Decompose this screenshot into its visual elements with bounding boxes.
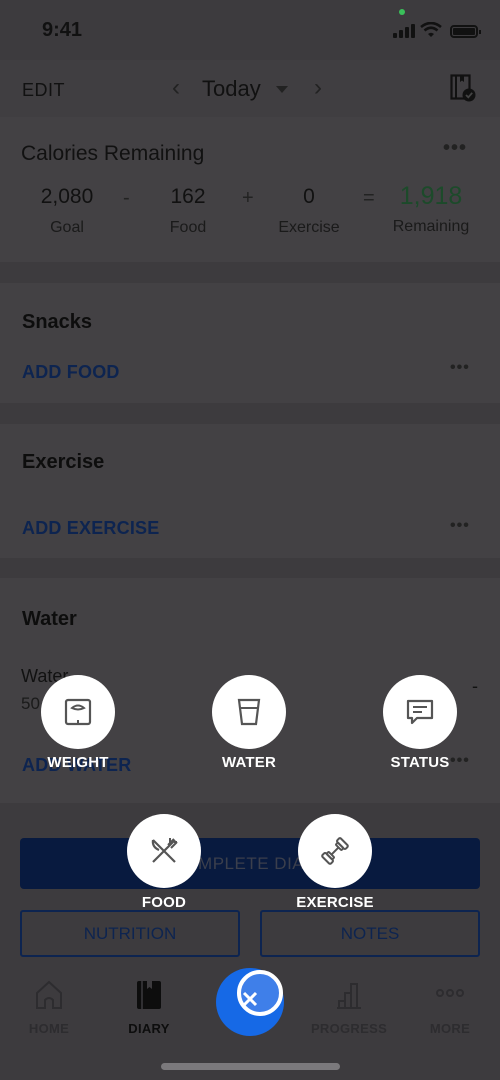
- edit-button[interactable]: EDIT: [22, 80, 65, 101]
- quick-add-status-button[interactable]: [383, 675, 457, 749]
- snacks-more-button[interactable]: •••: [450, 359, 470, 377]
- progress-icon: [337, 983, 361, 1009]
- goal-value: 2,080: [40, 185, 94, 208]
- tab-more[interactable]: MORE: [405, 977, 495, 1036]
- chat-bubble-icon: [406, 699, 434, 725]
- tab-more-label: MORE: [429, 1021, 471, 1036]
- top-nav: EDIT ‹ Today ›: [0, 60, 500, 117]
- food-label: Food: [169, 219, 207, 236]
- calories-remaining-card: Calories Remaining ••• 2,080 Goal - 162 …: [0, 117, 500, 262]
- caret-down-icon[interactable]: [276, 86, 288, 93]
- add-food-button[interactable]: ADD FOOD: [22, 362, 120, 383]
- scale-icon: [64, 698, 92, 726]
- close-icon[interactable]: [241, 990, 261, 1010]
- diary-complete-icon[interactable]: [450, 74, 476, 102]
- quick-add-weight-label: WEIGHT: [47, 754, 109, 771]
- status-time: 9:41: [42, 19, 83, 41]
- calories-more-button[interactable]: •••: [443, 137, 467, 160]
- remaining-value: 1,918: [399, 182, 463, 210]
- camera-indicator-dot: [399, 9, 405, 15]
- nutrition-button[interactable]: NUTRITION: [20, 910, 240, 957]
- goal-label: Goal: [50, 219, 84, 236]
- equals-operator: =: [363, 187, 375, 209]
- tab-progress-label: PROGRESS: [310, 1021, 388, 1036]
- diary-icon: [137, 981, 161, 1009]
- water-entry-value: 50: [21, 694, 40, 713]
- quick-add-food-label: FOOD: [141, 894, 187, 911]
- snacks-section: Snacks ADD FOOD •••: [0, 283, 500, 403]
- battery-icon: [450, 25, 481, 38]
- calories-title: Calories Remaining: [21, 142, 205, 165]
- snacks-title: Snacks: [22, 311, 93, 333]
- quick-add-exercise-button[interactable]: [298, 814, 372, 888]
- tab-progress[interactable]: PROGRESS: [304, 977, 394, 1036]
- more-icon: [436, 989, 464, 997]
- home-indicator[interactable]: [161, 1063, 340, 1070]
- next-day-button[interactable]: ›: [314, 74, 322, 102]
- plus-operator: +: [242, 187, 254, 209]
- water-entry-dash: -: [472, 676, 478, 696]
- food-column: 162 Food: [138, 185, 238, 237]
- goal-column: 2,080 Goal: [17, 185, 117, 237]
- calories-equation: 2,080 Goal - 162 Food + 0 Exercise = 1,9…: [0, 182, 500, 245]
- exercise-section: Exercise ADD EXERCISE •••: [0, 424, 500, 558]
- previous-day-button[interactable]: ‹: [172, 74, 180, 102]
- exercise-label: Exercise: [278, 219, 340, 236]
- exercise-title: Exercise: [22, 451, 105, 473]
- quick-add-food-button[interactable]: [127, 814, 201, 888]
- exercise-column: 0 Exercise: [259, 185, 359, 237]
- remaining-column: 1,918 Remaining: [381, 182, 481, 236]
- notes-button[interactable]: NOTES: [260, 910, 480, 957]
- signal-icon: [393, 24, 415, 38]
- exercise-more-button[interactable]: •••: [450, 517, 470, 535]
- date-selector[interactable]: Today: [202, 76, 261, 102]
- quick-add-exercise-label: EXERCISE: [296, 894, 374, 911]
- add-exercise-button[interactable]: ADD EXERCISE: [22, 518, 159, 539]
- home-icon: [36, 980, 62, 1009]
- tab-home[interactable]: HOME: [4, 977, 94, 1036]
- tab-home-label: HOME: [28, 1021, 70, 1036]
- exercise-value: 0: [303, 185, 315, 208]
- dumbbell-icon: [321, 837, 349, 865]
- water-glass-icon: [237, 698, 261, 726]
- complete-diary-button[interactable]: COMPLETE DIARY: [20, 838, 480, 889]
- quick-add-weight-button[interactable]: [41, 675, 115, 749]
- quick-add-water-button[interactable]: [212, 675, 286, 749]
- quick-add-status-label: STATUS: [390, 754, 450, 771]
- wifi-icon: [420, 22, 442, 37]
- tab-diary-label: DIARY: [128, 1021, 170, 1036]
- fork-knife-icon: [151, 838, 178, 863]
- remaining-label: Remaining: [392, 218, 470, 235]
- tab-diary[interactable]: DIARY: [104, 977, 194, 1036]
- water-title: Water: [22, 608, 77, 630]
- quick-add-water-label: WATER: [221, 754, 277, 771]
- status-bar: 9:41: [0, 0, 500, 60]
- food-value: 162: [170, 185, 206, 208]
- minus-operator: -: [123, 187, 130, 209]
